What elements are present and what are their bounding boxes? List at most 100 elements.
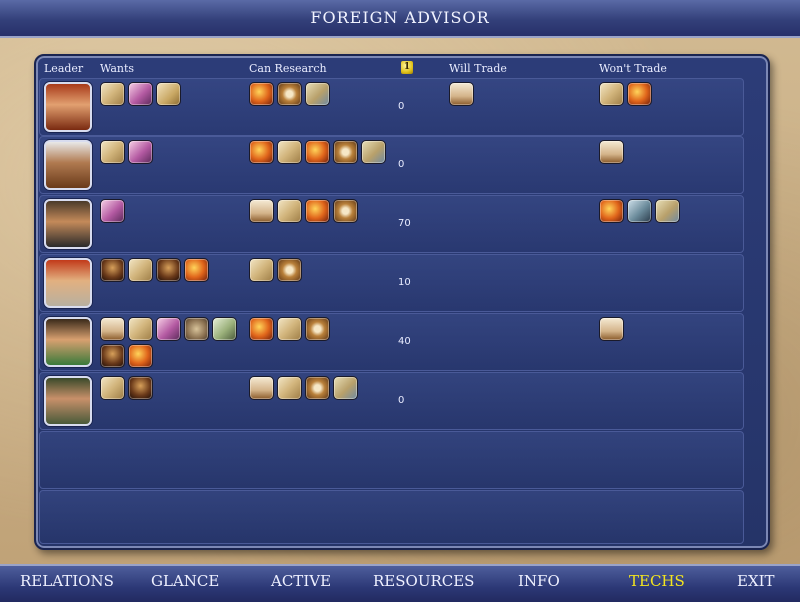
compass-icon[interactable] — [305, 376, 330, 400]
book-icon[interactable] — [277, 199, 302, 223]
leader-portrait[interactable] — [44, 140, 92, 190]
nav-glance[interactable]: GLANCE — [151, 566, 219, 602]
nav-info[interactable]: INFO — [518, 566, 560, 602]
gold-value: 40 — [398, 336, 411, 347]
map-icon[interactable] — [333, 376, 358, 400]
book-icon[interactable] — [249, 258, 274, 282]
gold-value: 0 — [398, 159, 405, 170]
column-header-wants: Wants — [100, 62, 135, 75]
dark-icon[interactable] — [128, 376, 153, 400]
gold-value: 0 — [398, 395, 405, 406]
wants-icons — [100, 258, 240, 282]
chest-icon[interactable] — [599, 317, 624, 341]
compass-icon[interactable] — [333, 199, 358, 223]
compass-icon[interactable] — [277, 82, 302, 106]
wants-icons — [100, 140, 240, 164]
window-title: FOREIGN ADVISOR — [310, 8, 490, 27]
gold-value: 0 — [398, 101, 405, 112]
leader-row[interactable]: 40 — [39, 313, 744, 371]
wants-icons — [100, 82, 240, 106]
leader-portrait[interactable] — [44, 199, 92, 249]
fire-icon[interactable] — [249, 317, 274, 341]
pink-scroll-icon[interactable] — [100, 199, 125, 223]
book-icon[interactable] — [100, 140, 125, 164]
leader-row[interactable]: 10 — [39, 254, 744, 312]
book-icon[interactable] — [100, 376, 125, 400]
leader-portrait[interactable] — [44, 376, 92, 426]
book-icon[interactable] — [277, 376, 302, 400]
wants-icons — [100, 317, 240, 368]
chest-icon[interactable] — [100, 317, 125, 341]
compass-icon[interactable] — [333, 140, 358, 164]
pink-scroll-icon[interactable] — [128, 82, 153, 106]
map-icon[interactable] — [655, 199, 680, 223]
column-header-will-trade: Will Trade — [449, 62, 507, 75]
nav-techs[interactable]: TECHS — [629, 566, 685, 602]
chest-icon[interactable] — [599, 140, 624, 164]
fire-icon[interactable] — [305, 199, 330, 223]
map-icon[interactable] — [305, 82, 330, 106]
leader-portrait[interactable] — [44, 258, 92, 308]
window-title-bar: FOREIGN ADVISOR — [0, 0, 800, 38]
nav-relations[interactable]: RELATIONS — [20, 566, 114, 602]
can-research-icons — [249, 199, 389, 223]
wont-trade-icons — [599, 140, 739, 164]
wont-trade-icons — [599, 317, 739, 341]
fire-icon[interactable] — [128, 344, 153, 368]
seed-icon[interactable] — [184, 317, 209, 341]
book-icon[interactable] — [128, 317, 153, 341]
empty-row — [39, 431, 744, 489]
wants-icons — [100, 199, 240, 223]
compass-icon[interactable] — [305, 317, 330, 341]
leader-portrait[interactable] — [44, 82, 92, 132]
chest-icon[interactable] — [249, 376, 274, 400]
pink-scroll-icon[interactable] — [128, 140, 153, 164]
leader-row[interactable]: 70 — [39, 195, 744, 253]
grey-icon[interactable] — [627, 199, 652, 223]
empty-row — [39, 490, 744, 544]
nav-exit[interactable]: EXIT — [737, 566, 775, 602]
dark-icon[interactable] — [100, 344, 125, 368]
fire-icon[interactable] — [249, 82, 274, 106]
book-icon[interactable] — [100, 82, 125, 106]
chest-icon[interactable] — [449, 82, 474, 106]
pink-scroll-icon[interactable] — [156, 317, 181, 341]
can-research-icons — [249, 82, 389, 106]
scroll-icon[interactable] — [156, 82, 181, 106]
money-icon[interactable] — [212, 317, 237, 341]
compass-icon[interactable] — [277, 258, 302, 282]
dark-icon[interactable] — [156, 258, 181, 282]
leader-row[interactable]: 0 — [39, 372, 744, 430]
can-research-icons — [249, 317, 389, 341]
column-header-leader: Leader — [44, 62, 84, 75]
book-icon[interactable] — [599, 82, 624, 106]
book-icon[interactable] — [277, 317, 302, 341]
book-icon[interactable] — [277, 140, 302, 164]
fire-icon[interactable] — [599, 199, 624, 223]
can-research-icons — [249, 258, 389, 282]
gold-icon: 1 — [401, 61, 413, 74]
map-icon[interactable] — [361, 140, 386, 164]
fire-icon[interactable] — [249, 140, 274, 164]
chest-icon[interactable] — [249, 199, 274, 223]
book-icon[interactable] — [128, 258, 153, 282]
fire-icon[interactable] — [305, 140, 330, 164]
bottom-navigation-bar: RELATIONS GLANCE ACTIVE RESOURCES INFO T… — [0, 564, 800, 602]
wont-trade-icons — [599, 82, 739, 106]
column-header-wont-trade: Won't Trade — [599, 62, 667, 75]
fire-icon[interactable] — [184, 258, 209, 282]
leader-portrait[interactable] — [44, 317, 92, 367]
nav-resources[interactable]: RESOURCES — [373, 566, 474, 602]
will-trade-icons — [449, 82, 589, 106]
wont-trade-icons — [599, 199, 739, 223]
wants-icons — [100, 376, 240, 400]
fire-icon[interactable] — [627, 82, 652, 106]
nav-active[interactable]: ACTIVE — [271, 566, 331, 602]
leader-row[interactable]: 0 — [39, 78, 744, 136]
gold-value: 10 — [398, 277, 411, 288]
foreign-advisor-panel: Leader Wants Can Research 1 Will Trade W… — [34, 54, 770, 550]
column-header-can-research: Can Research — [249, 62, 327, 75]
leader-row[interactable]: 0 — [39, 136, 744, 194]
can-research-icons — [249, 376, 389, 400]
dark-icon[interactable] — [100, 258, 125, 282]
